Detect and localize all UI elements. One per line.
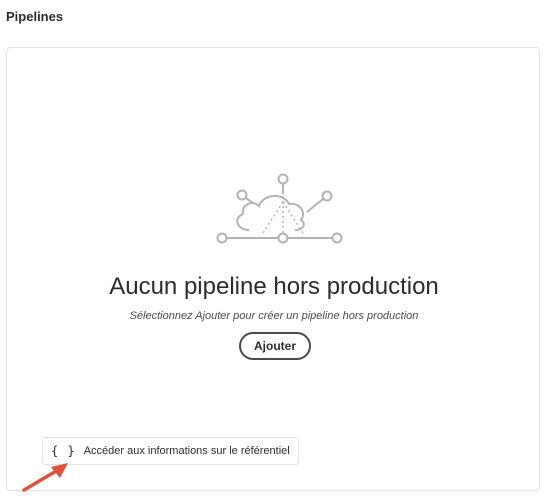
repository-info-label: Accéder aux informations sur le référent… [83, 445, 290, 457]
add-pipeline-button[interactable]: Ajouter [239, 332, 311, 360]
arrow-pointer-icon [22, 463, 68, 492]
braces-icon: { } [51, 444, 76, 458]
cloud-pipeline-icon [216, 173, 343, 244]
section-title: Pipelines [6, 9, 64, 24]
page: Pipelines Aucun pipeline hors production… [0, 0, 548, 500]
repository-info-button[interactable]: { } Accéder aux informations sur le réfé… [42, 437, 299, 465]
empty-state-title: Aucun pipeline hors production [109, 273, 439, 300]
pipelines-panel: Aucun pipeline hors production Sélection… [6, 47, 540, 491]
empty-state-subtitle: Sélectionnez Ajouter pour créer un pipel… [129, 310, 419, 322]
